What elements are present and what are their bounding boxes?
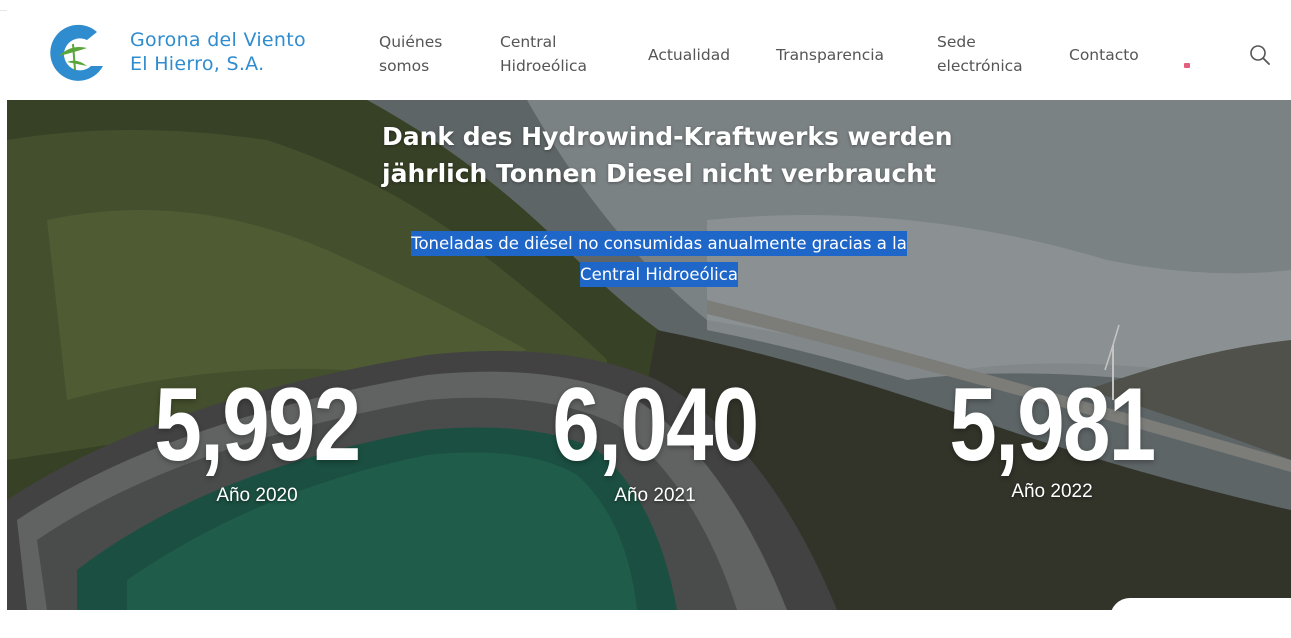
nav-central-hidroeolica[interactable]: Central Hidroeólica — [500, 30, 587, 78]
hero-headline: Dank des Hydrowind-Kraftwerks werden jäh… — [382, 118, 1002, 192]
brand-name[interactable]: Gorona del Viento El Hierro, S.A. — [130, 28, 306, 76]
nav-transparencia[interactable]: Transparencia — [776, 43, 884, 67]
nav-sede-electronica[interactable]: Sede electrónica — [937, 30, 1023, 78]
site-header: Gorona del Viento El Hierro, S.A. Quiéne… — [7, 10, 1291, 100]
nav-quienes-somos[interactable]: Quiénes somos — [379, 30, 442, 78]
brand-line-1: Gorona del Viento — [130, 29, 306, 51]
stat-value: 6,040 — [552, 367, 759, 483]
nav-central-line-1: Central — [500, 33, 557, 51]
floating-widget-edge[interactable] — [1110, 598, 1291, 638]
nav-quienes-line-2: somos — [379, 57, 430, 75]
nav-contacto[interactable]: Contacto — [1069, 43, 1139, 67]
flag-icon[interactable] — [1184, 63, 1190, 68]
nav-sede-line-1: Sede — [937, 33, 976, 51]
company-logo[interactable] — [37, 22, 111, 84]
brand-line-2: El Hierro, S.A. — [130, 53, 265, 75]
stat-2020: 5,992 Año 2020 — [117, 370, 397, 508]
subtitle-line-2: Central Hidroeólica — [580, 262, 738, 287]
stat-value: 5,992 — [154, 367, 361, 483]
subtitle-line-1: Toneladas de diésel no consumidas anualm… — [411, 231, 907, 256]
nav-quienes-line-1: Quiénes — [379, 33, 443, 51]
nav-central-line-2: Hidroeólica — [500, 57, 587, 75]
stat-2021: 6,040 Año 2021 — [515, 370, 795, 508]
search-icon[interactable] — [1249, 44, 1271, 66]
nav-sede-line-2: electrónica — [937, 57, 1023, 75]
headline-line-2: jährlich Tonnen Diesel nicht verbraucht — [382, 159, 937, 188]
nav-actualidad[interactable]: Actualidad — [648, 43, 730, 67]
stat-2022: 5,981 Año 2022 — [912, 370, 1192, 504]
stat-year-label: Año 2021 — [614, 485, 696, 506]
stat-year-label: Año 2022 — [1011, 481, 1093, 502]
stat-value: 5,981 — [949, 367, 1156, 483]
stat-year-label: Año 2020 — [216, 485, 298, 506]
headline-line-1: Dank des Hydrowind-Kraftwerks werden — [382, 122, 953, 151]
hero-section: Dank des Hydrowind-Kraftwerks werden jäh… — [7, 100, 1291, 610]
hero-subtitle: Toneladas de diésel no consumidas anualm… — [381, 228, 937, 290]
